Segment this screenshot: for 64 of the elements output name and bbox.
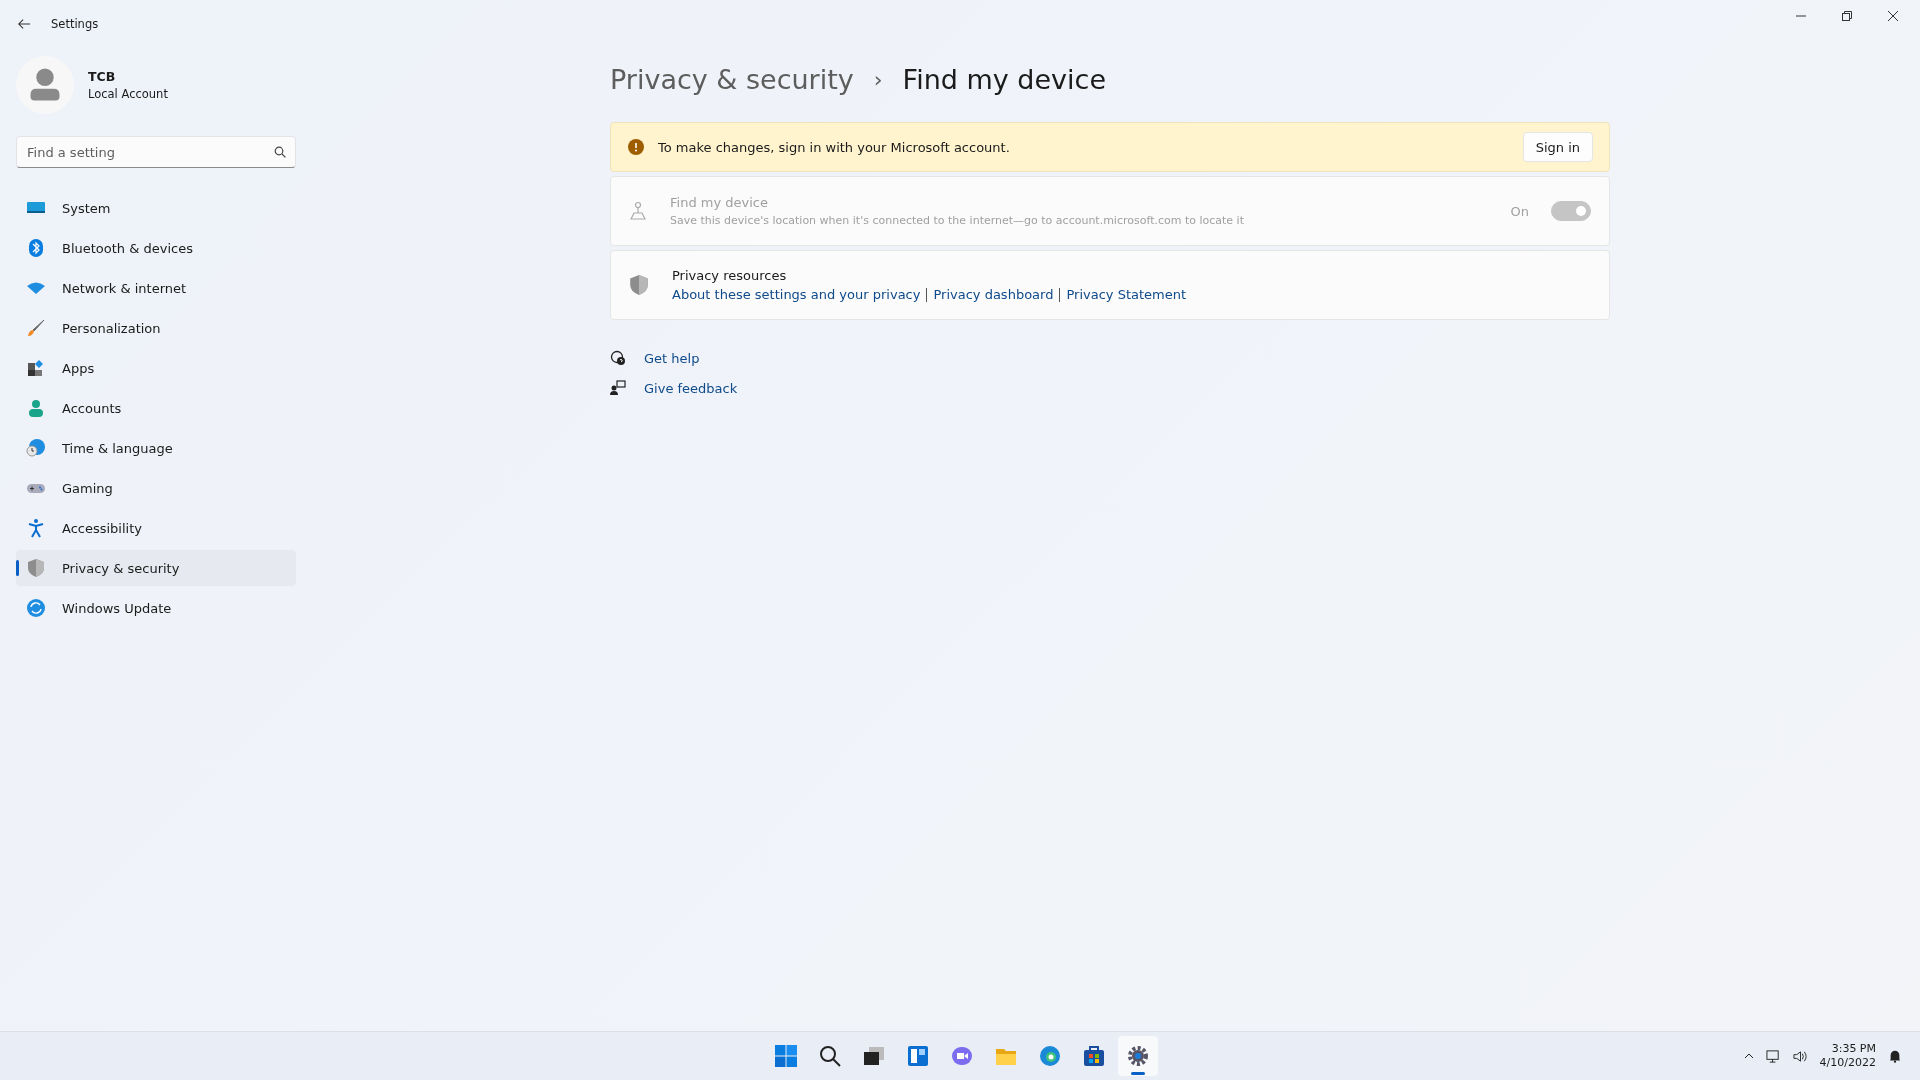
close-icon[interactable] (1888, 11, 1898, 21)
bluetooth-icon (26, 238, 46, 258)
overlapping-squares-icon (862, 1044, 886, 1068)
link-divider (926, 287, 928, 302)
privacy-link[interactable]: Privacy dashboard (933, 287, 1054, 302)
privacy-link[interactable]: Privacy Statement (1066, 287, 1187, 302)
sidebar-item[interactable]: System (16, 190, 296, 226)
link-divider (1059, 287, 1061, 302)
sidebar-item[interactable]: Accounts (16, 390, 296, 426)
brush-icon (26, 318, 46, 338)
window-title: Settings (51, 17, 99, 31)
shopping-bag-icon (1082, 1044, 1106, 1068)
search-icon (818, 1044, 842, 1068)
network-icon[interactable] (1765, 1048, 1781, 1064)
help-link[interactable]: Get help (644, 350, 700, 366)
location-person-icon (628, 201, 648, 221)
chevron-up-icon[interactable] (1743, 1051, 1754, 1061)
sign-in-button[interactable]: Sign in (1522, 132, 1593, 162)
avatar-icon (16, 56, 74, 114)
globe-icon (26, 438, 46, 458)
apps-icon (26, 358, 46, 378)
banner-message: To make changes, sign in with your Microsoft account. (658, 139, 1011, 155)
setting-title: Find my device (670, 195, 769, 210)
warning-icon (628, 139, 644, 155)
sidebar-item[interactable]: Windows Update (16, 590, 296, 626)
sidebar-item[interactable]: Accessibility (16, 510, 296, 546)
speaker-icon[interactable] (1792, 1048, 1808, 1064)
privacy-link[interactable]: About these settings and your privacy (672, 287, 921, 302)
back-arrow-icon[interactable] (17, 17, 31, 31)
sidebar-item[interactable]: Gaming (16, 470, 296, 506)
search-icon[interactable] (274, 146, 286, 158)
clock-time[interactable]: 3:35 PM (1831, 1042, 1876, 1056)
breadcrumb-separator: › (873, 66, 883, 92)
shield-icon (26, 558, 46, 578)
gear-icon (1126, 1044, 1150, 1068)
resources-title: Privacy resources (672, 268, 788, 283)
update-icon (26, 598, 46, 618)
four-squares-icon (774, 1044, 798, 1068)
help-link[interactable]: Give feedback (644, 380, 738, 396)
accessibility-icon (26, 518, 46, 538)
shield-icon (628, 274, 650, 296)
sidebar-item[interactable]: Bluetooth & devices (16, 230, 296, 266)
notification-bell-icon[interactable] (1888, 1049, 1902, 1063)
sidebar-item[interactable]: Time & language (16, 430, 296, 466)
person-icon (26, 398, 46, 418)
search-field[interactable]: Find a setting (16, 136, 296, 168)
sidebar-item[interactable]: Network & internet (16, 270, 296, 306)
swirl-icon (1038, 1044, 1062, 1068)
help-icon (610, 350, 626, 366)
setting-description: Save this device's location when it's connected to the internet—go to account.microsoft.com to locate it (670, 214, 1245, 227)
breadcrumb-parent[interactable]: Privacy & security (610, 63, 854, 95)
account-type: Local Account (88, 87, 168, 101)
feedback-icon (610, 380, 626, 396)
restore-icon[interactable] (1842, 11, 1852, 21)
panels-icon (906, 1044, 930, 1068)
taskbar-button[interactable] (1118, 1036, 1158, 1076)
video-camera-icon (950, 1044, 974, 1068)
sidebar-item[interactable]: Privacy & security (16, 550, 296, 586)
sidebar-item[interactable]: Apps (16, 350, 296, 386)
sidebar-item[interactable]: Personalization (16, 310, 296, 346)
clock-date[interactable]: 4/10/2022 (1819, 1056, 1876, 1070)
toggle-state-label: On (1510, 203, 1529, 219)
account-name: TCB (88, 69, 117, 84)
page-title: Find my device (902, 63, 1107, 95)
